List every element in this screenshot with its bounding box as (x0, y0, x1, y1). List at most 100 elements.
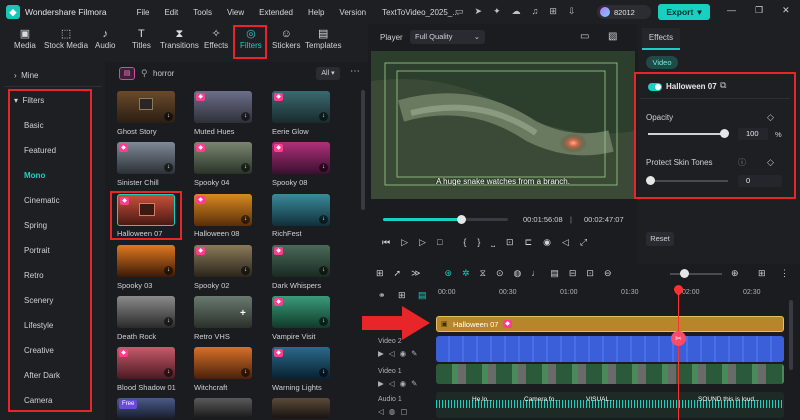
thumb-witchcraft[interactable]: ↓ (194, 347, 252, 379)
skin-tones-handle[interactable] (646, 176, 655, 185)
keyframe-icon[interactable]: ◇ (767, 157, 774, 168)
thumb-sinister-chill[interactable]: ◆ ↓ (117, 142, 175, 174)
opacity-slider[interactable] (648, 133, 728, 135)
crop-icon[interactable]: ⊏ (525, 237, 533, 248)
tool-transitions[interactable]: ⧗ Transitions (160, 28, 199, 50)
tab-effects[interactable]: Effects (642, 28, 680, 50)
grid-icon[interactable]: ⊞ (549, 6, 557, 17)
thumb-spooky-03[interactable]: ↓ (117, 245, 175, 277)
subtitle-icon[interactable]: ⊡ (506, 237, 514, 248)
effect-icon[interactable]: ⊡ (586, 268, 594, 279)
headset-icon[interactable]: ♫ (532, 6, 539, 17)
play-alt-icon[interactable]: ▷ (419, 237, 426, 248)
thumb-spooky-04[interactable]: ◆ ↓ (194, 142, 252, 174)
add-icon[interactable]: + (240, 308, 246, 319)
zoom-slider[interactable] (670, 273, 722, 275)
zoom-handle[interactable] (680, 269, 689, 278)
video-viewer[interactable]: A huge snake watches from a branch. (371, 51, 635, 199)
mark-in-icon[interactable]: { (463, 237, 466, 248)
video1-clip[interactable] (436, 364, 784, 384)
more-icon[interactable]: ⋯ (350, 66, 360, 77)
marker-icon[interactable]: ⧖ (480, 268, 486, 279)
audio-icon[interactable]: ◁ (378, 407, 384, 416)
audio1-clip[interactable]: He lo... Camera fo... VISUAL... SOUND th… (436, 392, 784, 418)
magnet-icon[interactable]: ✲ (462, 268, 470, 279)
menu-view[interactable]: View (227, 8, 244, 17)
credits-badge[interactable]: 82012 (597, 5, 651, 19)
mark-out-icon[interactable]: } (477, 237, 480, 248)
send-icon[interactable]: ➤ (475, 6, 483, 17)
thumb-free[interactable]: Free (117, 398, 175, 418)
thumb-ghost-story[interactable]: ↓ (117, 91, 175, 123)
link-icon[interactable]: ⚭ (378, 290, 386, 301)
timeline-scrollbar[interactable] (789, 300, 793, 370)
mic-icon[interactable]: ◍ (513, 268, 521, 279)
split-icon[interactable]: ✂ (671, 331, 686, 346)
ai-filter-icon[interactable]: ▤ (119, 67, 135, 80)
monitor-icon[interactable]: ▭ (455, 6, 464, 17)
skin-tones-slider[interactable] (648, 180, 728, 182)
reset-button[interactable]: Reset (646, 232, 674, 246)
thumb-eerie-glow[interactable]: ◆ ↓ (272, 91, 330, 123)
stop-icon[interactable]: □ (437, 237, 442, 248)
video-icon[interactable]: ▶ (378, 379, 384, 388)
thumb-richfest[interactable]: ↓ (272, 194, 330, 226)
play-icon[interactable]: ▷ (401, 237, 408, 248)
tool-stickers[interactable]: ☺ Stickers (272, 28, 300, 50)
thumb-retro-vhs[interactable]: + (194, 296, 252, 328)
grid-layout-icon[interactable]: ⊞ (376, 268, 384, 279)
mute-icon[interactable]: ◍ (389, 407, 396, 416)
menu-tools[interactable]: Tools (193, 8, 212, 17)
thumb-death-rock[interactable]: ↓ (117, 296, 175, 328)
insert-icon[interactable]: ⎵ (491, 237, 495, 248)
thumb-blood-shadow-01[interactable]: ◆ ↓ (117, 347, 175, 379)
menu-file[interactable]: File (137, 8, 150, 17)
clip-icon[interactable]: ⊟ (569, 268, 577, 279)
record-icon[interactable]: ⊙ (496, 268, 504, 279)
thumb-spooky-02[interactable]: ◆ ↓ (194, 245, 252, 277)
thumb-partial[interactable] (194, 398, 252, 418)
audio-icon[interactable]: ◁ (389, 379, 395, 388)
cloud-icon[interactable]: ☁ (512, 6, 521, 17)
thumb-warning-lights[interactable]: ◆ ↓ (272, 347, 330, 379)
restore-icon[interactable]: ❐ (755, 5, 763, 16)
quality-dropdown[interactable]: Full Quality ⌄ (410, 30, 485, 44)
snapshot-icon[interactable]: ▭ (580, 31, 589, 42)
prev-frame-icon[interactable]: ⏮ (382, 237, 390, 248)
compare-icon[interactable]: ⧉ (720, 80, 726, 91)
audio-icon[interactable]: ◁ (389, 349, 395, 358)
tab-video[interactable]: Video (646, 56, 678, 69)
more-vertical-icon[interactable]: ⋮ (780, 268, 789, 279)
close-icon[interactable]: ✕ (782, 5, 790, 16)
tool-effects[interactable]: ✧ Effects (204, 28, 228, 50)
opacity-handle[interactable] (720, 129, 729, 138)
thumb-muted-hues[interactable]: ◆ ↓ (194, 91, 252, 123)
lock-icon[interactable]: ▢ (400, 407, 407, 416)
menu-help[interactable]: Help (308, 8, 324, 17)
zoom-out-icon[interactable]: ⊖ (604, 268, 612, 279)
menu-edit[interactable]: Edit (164, 8, 178, 17)
progress-handle[interactable] (456, 215, 466, 224)
mixer-icon[interactable]: ♩ (531, 268, 540, 279)
lightbulb-icon[interactable]: ✦ (493, 6, 501, 17)
playhead[interactable] (678, 287, 679, 420)
add-track-icon[interactable]: ⊞ (398, 290, 406, 301)
filter-dropdown[interactable]: All ▾ (316, 67, 340, 80)
download-icon[interactable]: ⇩ (568, 6, 576, 17)
search-input[interactable]: horror (153, 69, 174, 78)
edit-icon[interactable]: ✎ (411, 349, 417, 358)
image-icon[interactable]: ▧ (608, 31, 617, 42)
text-icon[interactable]: ▤ (550, 268, 559, 279)
menu-extended[interactable]: Extended (259, 8, 293, 17)
video-icon[interactable]: ▶ (378, 349, 384, 358)
export-button[interactable]: Export ▾ (658, 4, 710, 20)
zoom-in-icon[interactable]: ⊕ (731, 268, 739, 279)
thumb-spooky-08[interactable]: ◆ ↓ (272, 142, 330, 174)
volume-icon[interactable]: ◁ (562, 237, 569, 248)
playback-progress[interactable] (383, 215, 508, 224)
layout-icon[interactable]: ⊞ (758, 268, 766, 279)
camera-icon[interactable]: ◉ (543, 237, 551, 248)
tool-stock-media[interactable]: ⬚ Stock Media (44, 28, 88, 50)
tool-media[interactable]: ▣ Media (14, 28, 36, 50)
ai-icon[interactable]: ⊛ (445, 268, 453, 279)
